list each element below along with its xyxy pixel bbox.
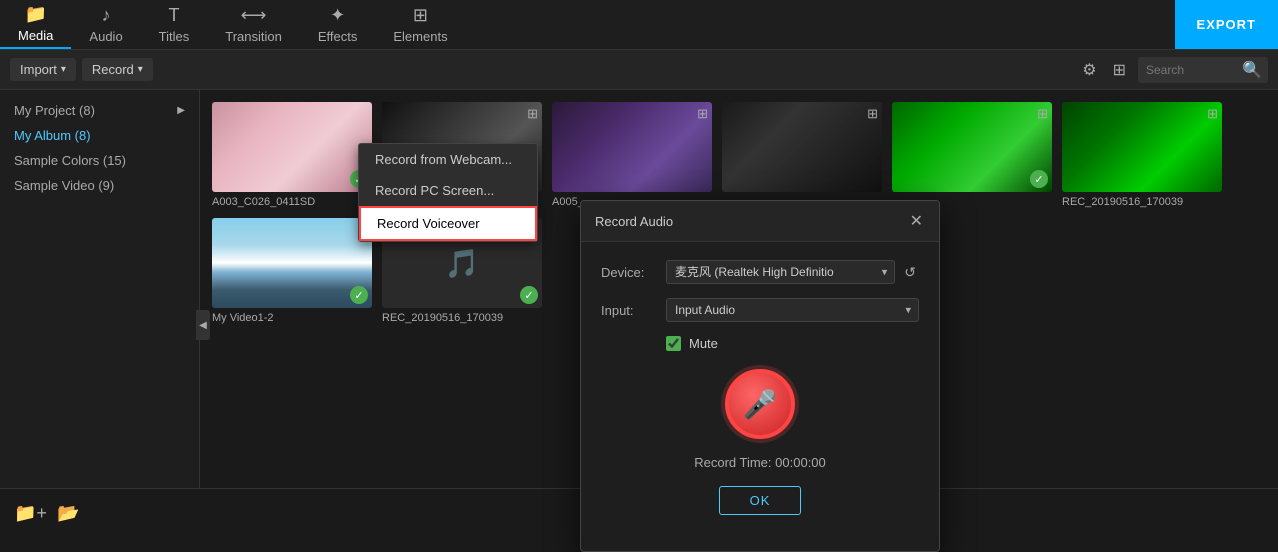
toolbar: Import ▾ Record ▾ ⚙ ⊞ 🔍 [0,50,1278,90]
mute-checkbox[interactable] [666,336,681,351]
media-icon: 📁 [25,4,47,25]
top-nav: 📁 Media ♪ Audio T Titles ⟷ Transition ✦ … [0,0,1278,50]
dialog-overlay: Record Audio ✕ Device: 麦克风 (Realtek High… [0,90,1278,488]
record-audio-dialog: Record Audio ✕ Device: 麦克风 (Realtek High… [580,200,940,552]
import-button[interactable]: Import ▾ [10,58,76,81]
device-select-container: 麦克风 (Realtek High Definitio [666,260,895,284]
nav-media[interactable]: 📁 Media [0,0,71,49]
mute-label: Mute [689,336,718,351]
input-select-container: Input Audio [666,298,919,322]
new-folder-icon: 📂 [57,503,79,523]
nav-effects[interactable]: ✦ Effects [300,0,376,49]
nav-transition[interactable]: ⟷ Transition [207,0,300,49]
grid-view-icon-button[interactable]: ⊞ [1109,56,1130,84]
record-time-value: 00:00:00 [775,455,826,470]
mute-row: Mute [666,336,919,351]
record-chevron-icon: ▾ [138,64,143,75]
search-box: 🔍 [1138,57,1268,83]
nav-effects-label: Effects [318,29,358,44]
nav-elements-label: Elements [393,29,447,44]
dialog-header: Record Audio ✕ [581,201,939,242]
input-select[interactable]: Input Audio [666,298,919,322]
microphone-icon: 🎤 [743,388,778,421]
import-chevron-icon: ▾ [61,64,66,75]
nav-transition-label: Transition [225,29,282,44]
elements-icon: ⊞ [413,5,428,26]
nav-titles[interactable]: T Titles [141,0,208,49]
record-button[interactable]: Record ▾ [82,58,153,81]
audio-icon: ♪ [102,5,111,26]
dialog-footer: OK [601,486,919,533]
dialog-title: Record Audio [595,214,673,229]
export-button[interactable]: EXPORT [1175,0,1278,49]
record-btn-wrap: 🎤 [601,369,919,439]
device-refresh-button[interactable]: ↺ [901,261,919,284]
nav-audio[interactable]: ♪ Audio [71,0,140,49]
add-folder-button[interactable]: 📁+ [14,503,47,524]
input-label: Input: [601,303,656,318]
effects-icon: ✦ [330,5,345,26]
record-label: Record [92,62,134,77]
nav-titles-label: Titles [159,29,190,44]
transition-icon: ⟷ [241,5,267,26]
record-time: Record Time: 00:00:00 [601,455,919,470]
dialog-close-button[interactable]: ✕ [908,211,925,231]
grid-view-icon: ⊞ [1113,62,1126,79]
add-folder-icon: 📁+ [14,503,47,523]
device-select[interactable]: 麦克风 (Realtek High Definitio [666,260,895,284]
filter-icon-button[interactable]: ⚙ [1078,56,1100,84]
import-label: Import [20,62,57,77]
titles-icon: T [168,5,179,26]
nav-audio-label: Audio [89,29,122,44]
device-label: Device: [601,265,656,280]
input-row: Input: Input Audio [601,298,919,322]
search-input[interactable] [1146,63,1236,77]
toolbar-right: ⚙ ⊞ 🔍 [1078,56,1268,84]
ok-button[interactable]: OK [719,486,802,515]
new-folder-button[interactable]: 📂 [57,503,79,524]
dialog-body: Device: 麦克风 (Realtek High Definitio ↺ In… [581,242,939,551]
record-time-label: Record Time: [694,455,771,470]
device-select-wrap: 麦克风 (Realtek High Definitio ↺ [666,260,919,284]
nav-elements[interactable]: ⊞ Elements [375,0,465,49]
record-mic-button[interactable]: 🎤 [725,369,795,439]
nav-media-label: Media [18,28,53,43]
main-content: My Project (8) ▶ My Album (8) Sample Col… [0,90,1278,488]
device-row: Device: 麦克风 (Realtek High Definitio ↺ [601,260,919,284]
filter-icon: ⚙ [1082,62,1096,79]
search-icon: 🔍 [1242,60,1262,80]
